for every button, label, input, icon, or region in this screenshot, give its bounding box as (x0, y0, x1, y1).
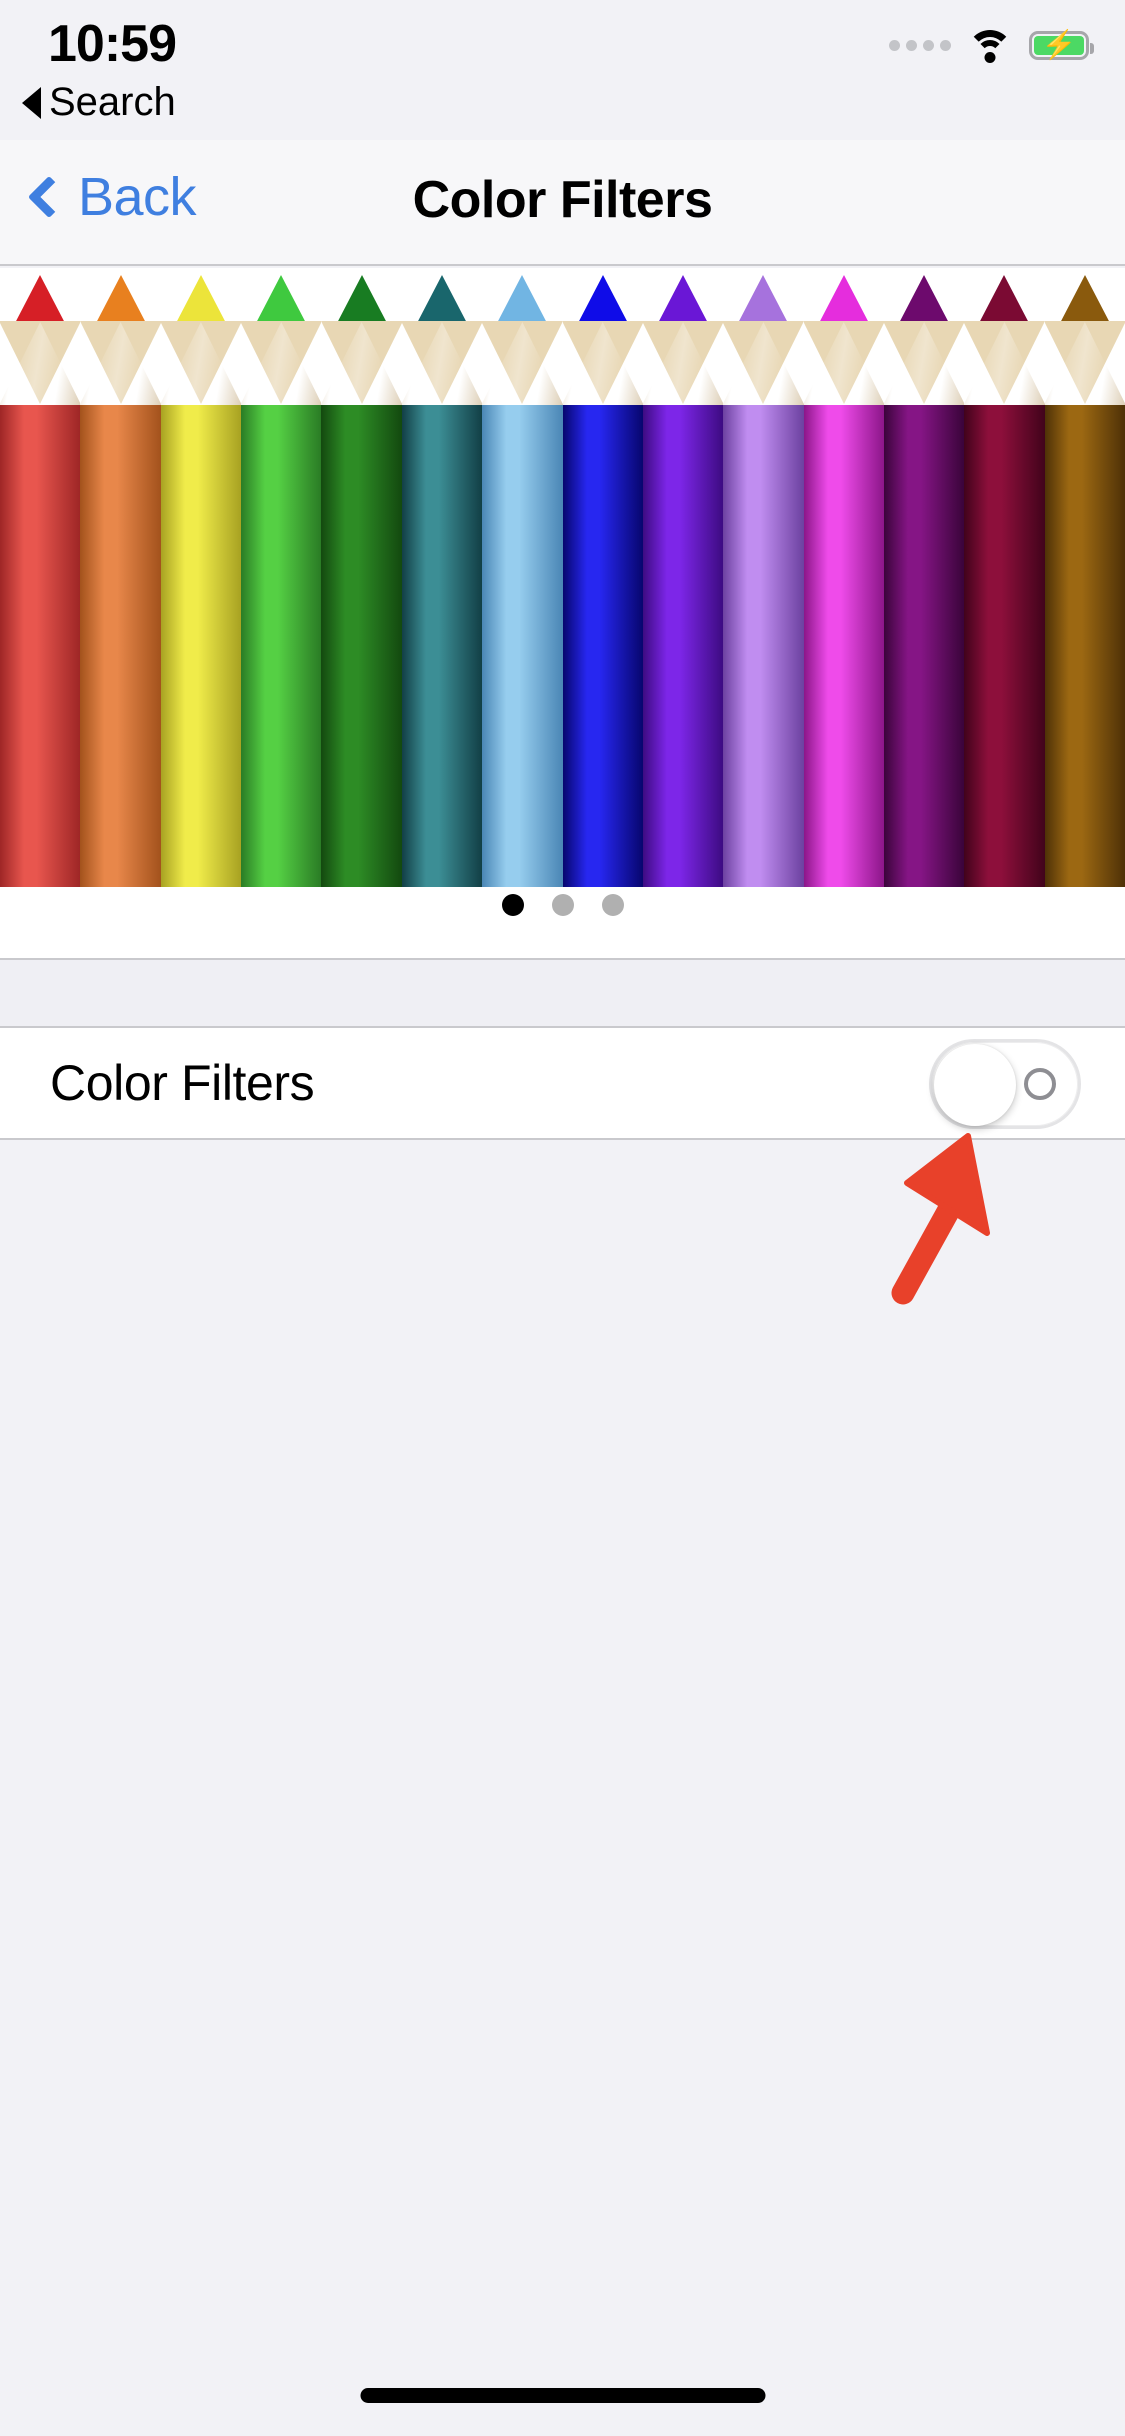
pencil-tip-icon (657, 275, 710, 325)
color-pencils-image (0, 275, 1125, 887)
pencil-1 (0, 275, 81, 887)
pencil-tip-icon (898, 275, 951, 325)
pencil-barrel (241, 405, 322, 887)
pencil-tip-icon (415, 275, 468, 325)
pencil-barrel (0, 405, 81, 887)
pencil-barrel (562, 405, 643, 887)
pencil-7 (482, 275, 563, 887)
pencil-wood-cone (80, 321, 161, 404)
pencil-14 (1044, 275, 1125, 887)
circle-off-icon (1024, 1068, 1056, 1100)
status-bar-clock: 10:59 (48, 15, 177, 73)
page-dot-3[interactable] (601, 894, 624, 916)
color-filters-row-label: Color Filters (50, 1055, 315, 1111)
pencil-wood-cone (642, 321, 724, 404)
pencil-wood-cone (401, 321, 483, 404)
pencil-9 (642, 275, 724, 887)
pencil-tip-icon (335, 275, 388, 325)
toggle-knob (934, 1044, 1016, 1126)
pencil-tip-icon (576, 275, 629, 325)
pencil-8 (562, 275, 643, 887)
color-filter-preview-carousel[interactable] (0, 268, 1125, 958)
pencil-wood-cone (241, 321, 322, 404)
page-dot-1[interactable] (501, 894, 524, 916)
pencil-wood-cone (0, 321, 81, 404)
pencil-wood-cone (160, 321, 242, 404)
pencil-tip-icon (94, 275, 147, 325)
page-dot-2[interactable] (551, 894, 574, 916)
pencil-tip-icon (174, 275, 227, 325)
pencil-13 (964, 275, 1045, 887)
back-triangle-icon (22, 86, 41, 119)
pencil-4 (241, 275, 322, 887)
pencil-barrel (1044, 405, 1125, 887)
page-title: Color Filters (412, 171, 713, 229)
red-pointer-arrow (891, 1133, 990, 1305)
navigation-bar: Back Color Filters (0, 140, 1125, 266)
pencil-3 (160, 275, 242, 887)
battery-charging-icon: ⚡ (1029, 30, 1094, 60)
pencil-10 (723, 275, 804, 887)
return-to-search-button[interactable]: Search (22, 80, 176, 125)
pencil-12 (883, 275, 965, 887)
iphone-screen: 10:59 ⚡ Search Back Color Filters Color … (0, 0, 1125, 2436)
pencil-tip-icon (978, 275, 1031, 325)
pencil-2 (80, 275, 161, 887)
pencil-barrel (482, 405, 563, 887)
pencil-11 (803, 275, 884, 887)
pencil-5 (321, 275, 402, 887)
pencil-tip-icon (14, 275, 67, 325)
pencil-6 (401, 275, 483, 887)
pencil-barrel (321, 405, 402, 887)
pencil-wood-cone (964, 321, 1045, 404)
pencil-barrel (642, 405, 724, 887)
pencil-wood-cone (803, 321, 884, 404)
pencil-wood-cone (321, 321, 402, 404)
pencil-barrel (160, 405, 242, 887)
pencil-tip-icon (255, 275, 308, 325)
pencil-wood-cone (1044, 321, 1125, 404)
pencil-barrel (883, 405, 965, 887)
status-bar-indicators: ⚡ (889, 28, 1094, 63)
color-filters-row[interactable]: Color Filters (0, 1028, 1125, 1140)
return-to-app-label: Search (49, 80, 176, 124)
section-spacer (0, 958, 1125, 1028)
pencil-barrel (80, 405, 161, 887)
cellular-dots-icon (889, 39, 951, 51)
home-indicator[interactable] (360, 2388, 765, 2403)
pencil-tip-icon (737, 275, 790, 325)
pencil-tip-icon (496, 275, 549, 325)
pencil-wood-cone (883, 321, 965, 404)
pencil-barrel (964, 405, 1045, 887)
wifi-icon (967, 28, 1013, 63)
pencil-tip-icon (817, 275, 870, 325)
pencil-wood-cone (562, 321, 643, 404)
page-control-dots[interactable] (0, 894, 1125, 916)
pencil-barrel (401, 405, 483, 887)
pencil-wood-cone (482, 321, 563, 404)
pencil-tip-icon (1058, 275, 1111, 325)
pencil-barrel (723, 405, 804, 887)
pencil-barrel (803, 405, 884, 887)
pencil-wood-cone (723, 321, 804, 404)
color-filters-toggle[interactable] (929, 1039, 1081, 1129)
